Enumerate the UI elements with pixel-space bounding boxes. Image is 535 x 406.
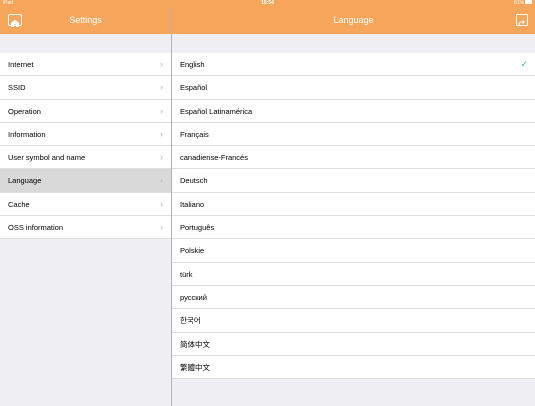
language-label: English	[180, 60, 205, 69]
settings-item-language[interactable]: Language ›	[0, 169, 171, 194]
chevron-right-icon: ›	[160, 175, 163, 186]
language-option[interactable]: English ✓	[172, 53, 535, 77]
language-option[interactable]: türk	[172, 263, 535, 287]
language-label: türk	[180, 269, 193, 279]
settings-list: Internet › SSID › Operation › Information › User…	[0, 53, 171, 240]
language-option[interactable]: 简体中文	[172, 333, 535, 357]
settings-item-ssid[interactable]: SSID ›	[0, 76, 171, 100]
language-option[interactable]: русский	[172, 286, 535, 310]
language-title: Language	[333, 15, 374, 25]
settings-item-label: Language	[8, 176, 42, 186]
settings-navbar: Settings	[0, 7, 171, 34]
chevron-right-icon: ›	[160, 82, 163, 93]
settings-item-label: Operation	[8, 106, 41, 116]
battery-icon	[525, 0, 532, 4]
settings-item-information[interactable]: Information ›	[0, 123, 171, 147]
language-option[interactable]: canadiense-Francés	[172, 146, 535, 170]
chevron-right-icon: ›	[160, 59, 163, 69]
settings-item-operation[interactable]: Operation ›	[0, 100, 171, 124]
chevron-right-icon: ›	[160, 105, 163, 116]
settings-item-label: Information	[8, 129, 46, 139]
chevron-right-icon: ›	[160, 222, 163, 233]
language-option[interactable]: Deutsch	[172, 169, 535, 194]
settings-item-label: User symbol and name	[8, 153, 86, 163]
language-label: Deutsch	[180, 176, 208, 186]
battery-indicator: 81%	[514, 0, 532, 7]
settings-title: Settings	[69, 15, 102, 25]
settings-item-label: Cache	[8, 199, 30, 209]
language-label: 繁體中文	[180, 362, 210, 372]
share-button[interactable]	[516, 14, 528, 26]
settings-item-label: SSID	[8, 83, 26, 93]
language-label: 한국어	[180, 316, 201, 326]
language-option[interactable]: 繁體中文	[172, 356, 535, 380]
language-label: русский	[180, 292, 207, 302]
chevron-right-icon: ›	[160, 152, 163, 163]
clock: 18:54	[261, 0, 274, 6]
language-label: Español	[180, 83, 208, 93]
language-label: Polskie	[180, 246, 205, 256]
language-option[interactable]: Português	[172, 216, 535, 240]
battery-percent: 81%	[513, 0, 524, 6]
settings-item-internet[interactable]: Internet ›	[0, 53, 171, 77]
language-option[interactable]: 한국어	[172, 309, 535, 333]
language-label: Italiano	[180, 199, 205, 209]
language-option[interactable]: Español	[172, 76, 535, 100]
language-label: canadiense-Francés	[180, 153, 248, 163]
settings-item-oss-information[interactable]: OSS information ›	[0, 216, 171, 240]
language-label: Français	[180, 129, 209, 139]
settings-item-cache[interactable]: Cache ›	[0, 193, 171, 217]
status-bar: iPad 18:54 81%	[0, 0, 535, 7]
language-option[interactable]: Italiano	[172, 193, 535, 217]
settings-item-user-symbol-and-name[interactable]: User symbol and name ›	[0, 146, 171, 170]
language-option[interactable]: Español Latinamérica	[172, 100, 535, 124]
language-option[interactable]: Polskie	[172, 239, 535, 263]
checkmark-icon: ✓	[520, 59, 528, 69]
chevron-right-icon: ›	[160, 198, 163, 209]
language-option[interactable]: Français	[172, 123, 535, 147]
language-list: English ✓ Español Español Latinamérica Franç…	[172, 53, 535, 380]
share-icon	[518, 20, 526, 26]
language-label: Português	[180, 223, 215, 233]
language-label: 简体中文	[180, 339, 210, 349]
settings-item-label: Internet	[8, 60, 34, 69]
language-label: Español Latinamérica	[180, 106, 253, 116]
chevron-right-icon: ›	[160, 128, 163, 139]
settings-item-label: OSS information	[8, 223, 64, 233]
language-navbar: Language	[172, 7, 535, 34]
